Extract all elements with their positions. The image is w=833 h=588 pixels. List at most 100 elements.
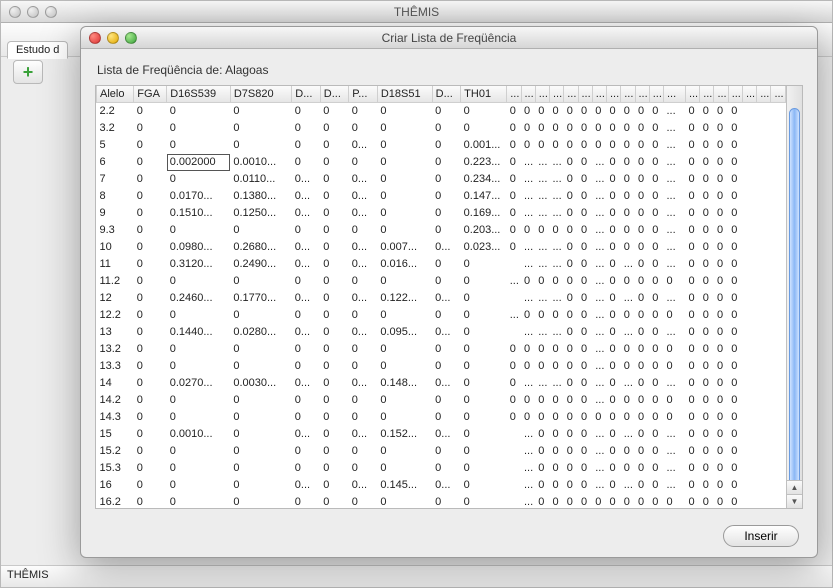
value-cell[interactable]: 0: [349, 443, 378, 460]
value-cell[interactable]: 0: [649, 171, 663, 188]
value-cell[interactable]: 0: [349, 103, 378, 120]
column-header[interactable]: ...: [635, 86, 649, 103]
value-cell[interactable]: [507, 256, 521, 273]
value-cell[interactable]: 0: [635, 188, 649, 205]
value-cell[interactable]: 0: [621, 154, 635, 171]
value-cell[interactable]: 0: [664, 273, 686, 290]
value-cell[interactable]: 0: [134, 358, 167, 375]
value-cell[interactable]: 0: [432, 205, 461, 222]
value-cell[interactable]: ...: [592, 205, 606, 222]
allele-cell[interactable]: 6: [97, 154, 134, 171]
allele-cell[interactable]: 7: [97, 171, 134, 188]
value-cell[interactable]: 0: [649, 324, 663, 341]
value-cell[interactable]: 0: [714, 341, 728, 358]
value-cell[interactable]: 0: [685, 171, 699, 188]
value-cell[interactable]: 0: [377, 120, 432, 137]
value-cell[interactable]: 0: [700, 290, 714, 307]
value-cell[interactable]: 0: [535, 358, 549, 375]
value-cell[interactable]: ...: [664, 120, 686, 137]
value-cell[interactable]: 0.1380...: [230, 188, 291, 205]
value-cell[interactable]: 0...: [349, 375, 378, 392]
value-cell[interactable]: 0: [320, 273, 349, 290]
value-cell[interactable]: 0...: [292, 290, 321, 307]
value-cell[interactable]: 0: [461, 392, 507, 409]
value-cell[interactable]: 0: [320, 154, 349, 171]
value-cell[interactable]: ...: [592, 375, 606, 392]
value-cell[interactable]: 0: [685, 222, 699, 239]
value-cell[interactable]: 0: [377, 460, 432, 477]
value-cell[interactable]: 0.016...: [377, 256, 432, 273]
value-cell[interactable]: 0: [635, 477, 649, 494]
value-cell[interactable]: 0.0010...: [167, 426, 231, 443]
value-cell[interactable]: [742, 120, 756, 137]
value-cell[interactable]: 0: [292, 443, 321, 460]
allele-cell[interactable]: 12: [97, 290, 134, 307]
value-cell[interactable]: 0: [550, 443, 564, 460]
value-cell[interactable]: 0: [320, 341, 349, 358]
value-cell[interactable]: 0: [621, 341, 635, 358]
value-cell[interactable]: 0: [535, 426, 549, 443]
value-cell[interactable]: 0: [564, 392, 578, 409]
value-cell[interactable]: ...: [664, 256, 686, 273]
value-cell[interactable]: 0: [535, 460, 549, 477]
value-cell[interactable]: 0: [230, 273, 291, 290]
value-cell[interactable]: 0.0110...: [230, 171, 291, 188]
value-cell[interactable]: 0: [649, 392, 663, 409]
value-cell[interactable]: 0: [649, 256, 663, 273]
value-cell[interactable]: 0: [714, 205, 728, 222]
value-cell[interactable]: 0: [134, 256, 167, 273]
value-cell[interactable]: 0: [377, 392, 432, 409]
value-cell[interactable]: 0: [432, 358, 461, 375]
value-cell[interactable]: [771, 171, 786, 188]
value-cell[interactable]: 0: [578, 154, 592, 171]
value-cell[interactable]: 0: [320, 205, 349, 222]
value-cell[interactable]: 0: [550, 460, 564, 477]
value-cell[interactable]: 0: [621, 137, 635, 154]
value-cell[interactable]: 0: [714, 392, 728, 409]
value-cell[interactable]: 0: [714, 188, 728, 205]
value-cell[interactable]: 0: [535, 392, 549, 409]
value-cell[interactable]: 0.0170...: [167, 188, 231, 205]
value-cell[interactable]: 0: [728, 222, 742, 239]
value-cell[interactable]: 0: [535, 409, 549, 426]
value-cell[interactable]: 0: [564, 307, 578, 324]
value-cell[interactable]: [757, 477, 771, 494]
value-cell[interactable]: [757, 205, 771, 222]
value-cell[interactable]: 0: [635, 205, 649, 222]
value-cell[interactable]: 0: [550, 494, 564, 509]
value-cell[interactable]: [742, 341, 756, 358]
value-cell[interactable]: 0...: [432, 375, 461, 392]
value-cell[interactable]: 0: [461, 494, 507, 509]
add-button[interactable]: +: [13, 60, 43, 84]
value-cell[interactable]: 0: [167, 443, 231, 460]
value-cell[interactable]: ...: [535, 154, 549, 171]
value-cell[interactable]: 0: [635, 426, 649, 443]
value-cell[interactable]: 0: [377, 409, 432, 426]
value-cell[interactable]: 0: [635, 324, 649, 341]
value-cell[interactable]: 0: [685, 494, 699, 509]
value-cell[interactable]: 0: [664, 494, 686, 509]
value-cell[interactable]: 0: [134, 477, 167, 494]
value-cell[interactable]: [507, 426, 521, 443]
value-cell[interactable]: 0: [714, 324, 728, 341]
column-header[interactable]: ...: [592, 86, 606, 103]
value-cell[interactable]: [771, 341, 786, 358]
value-cell[interactable]: 0: [700, 494, 714, 509]
value-cell[interactable]: 0: [564, 120, 578, 137]
value-cell[interactable]: 0.0270...: [167, 375, 231, 392]
value-cell[interactable]: 0: [700, 324, 714, 341]
column-header[interactable]: ...: [578, 86, 592, 103]
value-cell[interactable]: 0: [621, 358, 635, 375]
value-cell[interactable]: 0: [728, 358, 742, 375]
value-cell[interactable]: 0: [507, 137, 521, 154]
allele-cell[interactable]: 11: [97, 256, 134, 273]
value-cell[interactable]: 0.3120...: [167, 256, 231, 273]
value-cell[interactable]: 0: [507, 188, 521, 205]
value-cell[interactable]: [742, 460, 756, 477]
value-cell[interactable]: 0...: [292, 256, 321, 273]
value-cell[interactable]: 0: [607, 375, 621, 392]
value-cell[interactable]: 0.122...: [377, 290, 432, 307]
value-cell[interactable]: 0: [592, 120, 606, 137]
value-cell[interactable]: 0: [714, 494, 728, 509]
value-cell[interactable]: 0: [535, 307, 549, 324]
